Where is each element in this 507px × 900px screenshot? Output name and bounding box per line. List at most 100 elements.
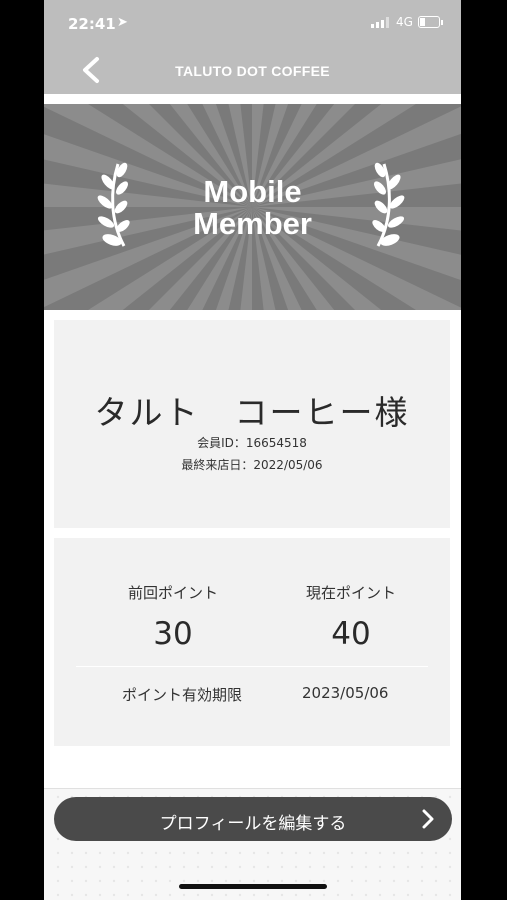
pattern-dot bbox=[224, 851, 228, 855]
pattern-dot bbox=[210, 865, 214, 869]
pattern-dot bbox=[126, 879, 130, 883]
pattern-dot bbox=[322, 851, 326, 855]
pattern-dot bbox=[280, 865, 284, 869]
pattern-dot bbox=[322, 879, 326, 883]
pattern-dot bbox=[168, 851, 172, 855]
pattern-dot bbox=[294, 893, 298, 897]
pattern-dot bbox=[448, 865, 452, 869]
home-indicator bbox=[179, 884, 327, 889]
pattern-dot bbox=[308, 865, 312, 869]
pattern-dot bbox=[56, 851, 60, 855]
pattern-dot bbox=[350, 893, 354, 897]
current-points-value: 40 bbox=[331, 616, 371, 652]
pattern-dot bbox=[252, 851, 256, 855]
pattern-dot bbox=[84, 851, 88, 855]
pattern-dot bbox=[182, 879, 186, 883]
pattern-dot bbox=[168, 879, 172, 883]
pattern-dot bbox=[364, 851, 368, 855]
pattern-dot bbox=[448, 795, 452, 799]
battery-tip bbox=[441, 20, 443, 25]
pattern-dot bbox=[266, 851, 270, 855]
pattern-dot bbox=[448, 851, 452, 855]
pattern-dot bbox=[154, 851, 158, 855]
pattern-dot bbox=[350, 865, 354, 869]
pattern-dot bbox=[98, 893, 102, 897]
pattern-dot bbox=[336, 851, 340, 855]
pattern-dot bbox=[126, 851, 130, 855]
pattern-dot bbox=[196, 879, 200, 883]
pattern-dot bbox=[378, 865, 382, 869]
current-points-label: 現在ポイント bbox=[305, 584, 396, 602]
pattern-dot bbox=[112, 893, 116, 897]
pattern-dot bbox=[294, 865, 298, 869]
pattern-dot bbox=[308, 893, 312, 897]
pattern-dot bbox=[364, 879, 368, 883]
pattern-dot bbox=[238, 865, 242, 869]
pattern-dot bbox=[140, 851, 144, 855]
pattern-dot bbox=[224, 879, 228, 883]
edit-profile-button[interactable]: プロフィールを編集する bbox=[54, 797, 452, 841]
pattern-dot bbox=[56, 795, 60, 799]
pattern-dot bbox=[336, 865, 340, 869]
pattern-dot bbox=[140, 865, 144, 869]
pattern-dot bbox=[266, 879, 270, 883]
pattern-dot bbox=[364, 865, 368, 869]
pattern-dot bbox=[434, 865, 438, 869]
pattern-dot bbox=[182, 865, 186, 869]
pattern-dot bbox=[84, 893, 88, 897]
pattern-dot bbox=[336, 879, 340, 883]
pattern-dot bbox=[420, 865, 424, 869]
pattern-dot bbox=[336, 893, 340, 897]
edit-profile-label: プロフィールを編集する bbox=[159, 814, 347, 834]
pattern-dot bbox=[70, 851, 74, 855]
pattern-dot bbox=[448, 837, 452, 841]
pattern-dot bbox=[224, 893, 228, 897]
pattern-dot bbox=[56, 879, 60, 883]
points-card: 前回ポイント 30 現在ポイント 40 ポイント有効期限 2023/05/06 bbox=[54, 538, 450, 746]
pattern-dot bbox=[210, 879, 214, 883]
pattern-dot bbox=[266, 865, 270, 869]
pattern-dot bbox=[196, 893, 200, 897]
pattern-dot bbox=[322, 865, 326, 869]
pattern-dot bbox=[308, 879, 312, 883]
pattern-dot bbox=[168, 865, 172, 869]
pattern-dot bbox=[294, 879, 298, 883]
pattern-dot bbox=[126, 865, 130, 869]
pattern-dot bbox=[350, 851, 354, 855]
pattern-dot bbox=[252, 865, 256, 869]
pattern-dot bbox=[182, 851, 186, 855]
pattern-dot bbox=[406, 893, 410, 897]
pattern-dot bbox=[252, 879, 256, 883]
pattern-dot bbox=[280, 893, 284, 897]
previous-points-label: 前回ポイント bbox=[127, 584, 218, 602]
member-info-card: タルト コーヒー様 会員ID：16654518 最終来店日：2022/05/06 bbox=[54, 320, 450, 528]
pattern-dot bbox=[406, 865, 410, 869]
pattern-dot bbox=[196, 851, 200, 855]
pattern-dot bbox=[238, 893, 242, 897]
pattern-dot bbox=[406, 879, 410, 883]
battery-icon bbox=[418, 16, 440, 28]
pattern-dot bbox=[84, 865, 88, 869]
pattern-dot bbox=[392, 893, 396, 897]
chevron-right-icon bbox=[422, 809, 434, 829]
pattern-dot bbox=[56, 837, 60, 841]
pattern-dot bbox=[238, 879, 242, 883]
page-title: TALUTO DOT COFFEE bbox=[175, 63, 330, 79]
pattern-dot bbox=[448, 879, 452, 883]
member-name: タルト コーヒー様 bbox=[94, 393, 410, 432]
pattern-dot bbox=[112, 879, 116, 883]
pattern-dot bbox=[70, 879, 74, 883]
member-banner: Mobile Member bbox=[44, 104, 461, 310]
pattern-dot bbox=[280, 851, 284, 855]
member-id: 会員ID：16654518 bbox=[197, 436, 307, 450]
pattern-dot bbox=[378, 851, 382, 855]
pattern-dot bbox=[210, 893, 214, 897]
pattern-dot bbox=[364, 893, 368, 897]
pattern-dot bbox=[378, 879, 382, 883]
pattern-dot bbox=[182, 893, 186, 897]
pattern-dot bbox=[140, 879, 144, 883]
pattern-dot bbox=[280, 879, 284, 883]
pattern-dot bbox=[294, 851, 298, 855]
pattern-dot bbox=[224, 865, 228, 869]
pattern-dot bbox=[434, 893, 438, 897]
